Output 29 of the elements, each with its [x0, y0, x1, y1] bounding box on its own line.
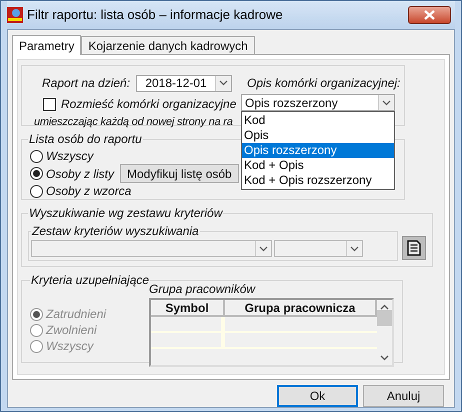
- radio-label: Wszyscy: [46, 148, 94, 165]
- checkbox-label-continued: umieszczając każdą od nowej strony na ra: [34, 115, 232, 130]
- dropdown-option[interactable]: Kod + Opis: [242, 158, 394, 173]
- checkbox-label: Rozmieść komórki organizacyjne: [61, 96, 236, 113]
- window-title: Filtr raportu: lista osób – informacje kadrowe: [27, 6, 283, 24]
- report-date-label: Raport na dzień:: [42, 75, 130, 92]
- tab[interactable]: Kojarzenie danych kadrowych: [81, 36, 255, 54]
- group-title: Wyszukiwanie wg zestawu kryteriów: [28, 205, 224, 222]
- org-unit-select[interactable]: Opis rozszerzony: [241, 94, 395, 111]
- group-title: Kryteria uzupełniające: [30, 272, 150, 289]
- group-title: Lista osób do raportu: [28, 131, 143, 148]
- org-unit-label: Opis komórki organizacyjnej:: [247, 75, 402, 92]
- radio-label: Zwolnieni: [46, 322, 97, 339]
- group-title: Zestaw kryteriów wyszukiwania: [31, 223, 200, 240]
- radio-label: Osoby z listy: [46, 166, 114, 182]
- table-title: Grupa pracowników: [149, 281, 256, 298]
- dropdown-option[interactable]: Kod: [242, 113, 394, 128]
- radio-label: Zatrudnieni: [46, 306, 106, 323]
- dropdown-option[interactable]: Opis rozszerzony: [242, 143, 394, 158]
- radio-label: Osoby z wzorca: [46, 183, 132, 200]
- dialog-button[interactable]: Anuluj: [363, 385, 444, 407]
- dropdown-option[interactable]: Opis: [242, 128, 394, 143]
- dialog-button[interactable]: Ok: [277, 385, 358, 407]
- radio-label: Wszyscy: [46, 338, 94, 355]
- modify-list-button[interactable]: Modyfikuj listę osób: [120, 164, 239, 183]
- column-header[interactable]: Symbol: [151, 300, 225, 315]
- dropdown-option[interactable]: Kod + Opis rozszerzony: [242, 173, 394, 188]
- date-field[interactable]: 2018-12-01: [136, 74, 232, 92]
- tab[interactable]: Parametry: [12, 35, 82, 55]
